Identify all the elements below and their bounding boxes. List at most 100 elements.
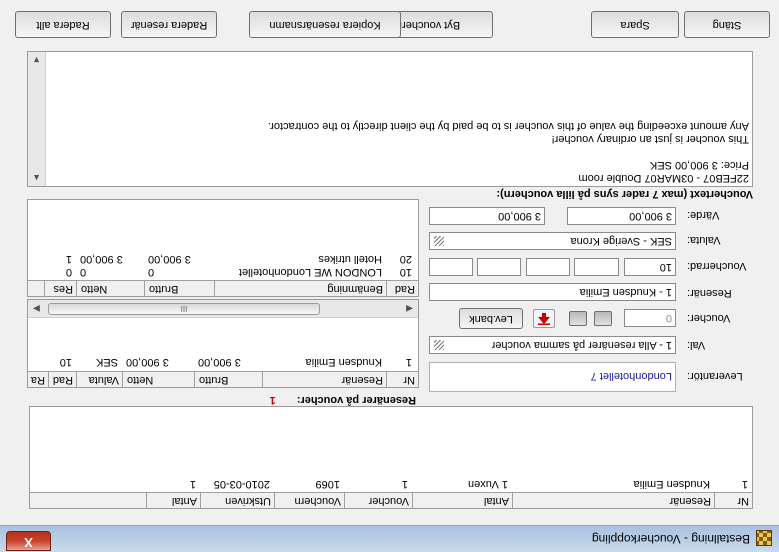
scroll-up-icon[interactable]: ▲ [32, 173, 41, 183]
vouchertext-textarea[interactable]: 22FEB07 - 03MAR07 Double room Price: 3 9… [27, 51, 753, 187]
voucherrad-field-4[interactable] [477, 258, 521, 276]
col-header-rad[interactable]: Rad [48, 371, 76, 387]
voucher-label: Voucher: [687, 312, 731, 324]
col-header-antal-2[interactable]: Antal [146, 492, 200, 508]
vouchertext-label: Vouchertext (max 7 rader syns på lilla v… [496, 188, 753, 200]
spara-button[interactable]: Spara [591, 11, 679, 38]
app-icon [756, 530, 772, 546]
radera-resenar-button[interactable]: Radera resenär [121, 11, 217, 38]
scroll-left-icon[interactable]: ◀ [406, 303, 413, 314]
close-button[interactable]: X [6, 531, 51, 551]
cell-valuta: SEK [95, 356, 118, 368]
dropdown-grip-icon [434, 340, 444, 350]
voucher-list-table: Nr Resenär Antal Voucher Vouchern Utskri… [29, 406, 753, 509]
voucherrad-label: Voucherrad: [687, 260, 747, 272]
col-header-valuta[interactable]: Valuta [76, 371, 122, 387]
rad-table: Rad Benämning Brutto Netto Res 10 LONDON… [27, 199, 419, 297]
col-header-antal[interactable]: Antal [412, 492, 512, 508]
cell-brutto: 3 900,00 [148, 253, 191, 265]
val-select-value: 1 - Alla resenärer på samma voucher [491, 339, 672, 351]
stang-button[interactable]: Stäng [684, 11, 770, 38]
voucherrad-field-1[interactable]: 10 [624, 258, 676, 276]
dropdown-grip-icon [434, 236, 444, 246]
scroll-thumb-grip: III [180, 304, 188, 313]
resenar-label: Resenär: [687, 287, 732, 299]
leverantor-field[interactable]: Londonhotellet 7 [429, 362, 676, 392]
col-header-brutto[interactable]: Brutto [144, 280, 214, 296]
col-header-resenar[interactable]: Resenär [512, 492, 714, 508]
col-header-resenar[interactable]: Resenär [262, 371, 386, 387]
col-header-ra[interactable]: Ra [27, 371, 48, 387]
vouchertext-line-1: 22FEB07 - 03MAR07 Double room [578, 172, 749, 184]
col-header-vouchern[interactable]: Vouchern [274, 492, 344, 508]
resenarer-table: Nr Resenär Brutto Netto Valuta Rad Ra 1 … [27, 299, 419, 388]
scroll-right-icon[interactable]: ▶ [33, 303, 40, 314]
cell-resenar: Knudsen Emilia [633, 478, 710, 490]
col-header-netto[interactable]: Netto [122, 371, 194, 387]
cell-benamning: Hotell utrikes [318, 253, 382, 265]
resenar-field[interactable]: 1 - Knudsen Emilia [429, 283, 676, 301]
col-header-filler [27, 280, 44, 296]
cell-rad: 10 [59, 356, 72, 368]
cell-netto: 3 900,00 [80, 253, 123, 265]
col-header-nr[interactable]: Nr [714, 492, 752, 508]
cell-brutto: 3 900,00 [198, 356, 241, 368]
leverantor-label: Leverantör: [687, 370, 743, 382]
cell-antal: 1 Vuxen [468, 478, 508, 490]
varde-label: Värde: [687, 209, 720, 221]
vouchertext-line-4: This voucher is just an ordinary voucher… [551, 133, 749, 145]
horizontal-scrollbar[interactable]: ◀ III ▶ [28, 300, 418, 318]
col-header-netto[interactable]: Netto [76, 280, 144, 296]
varde-field[interactable]: 3 900,00 [567, 207, 676, 225]
col-header-utskriven[interactable]: Utskriven [200, 492, 274, 508]
vouchertext-line-2: Price: 3 900,00 SEK [649, 159, 749, 171]
cell-brutto: 0 [148, 266, 155, 278]
cell-voucher: 1 [401, 478, 408, 490]
vertical-scrollbar[interactable]: ▲ ▼ [28, 52, 46, 186]
cell-nr: 1 [405, 356, 412, 368]
col-header-rad[interactable]: Rad [386, 280, 418, 296]
cell-netto: 3 900,00 [126, 356, 169, 368]
cell-nr: 1 [741, 478, 748, 490]
voucherrad-field-3[interactable] [526, 258, 570, 276]
kopiera-resenarsnamn-button[interactable]: Kopiera resenärsnamn [249, 11, 401, 38]
cell-res: 0 [65, 266, 72, 278]
col-header-voucher[interactable]: Voucher [344, 492, 412, 508]
lev-bank-button[interactable]: Lev.bank [459, 308, 523, 329]
col-header-filler [29, 492, 146, 508]
cell-antal-2: 1 [189, 478, 196, 490]
cell-rad: 10 [399, 266, 412, 278]
valuta-select-value: SEK - Sverige Krona [570, 235, 673, 247]
cell-benamning: LONDON WE Londonhotellet [238, 266, 382, 278]
col-header-nr[interactable]: Nr [386, 371, 418, 387]
window-title: Bestallning - Voucherkoppling [591, 532, 750, 546]
val-label: Val: [687, 339, 706, 351]
col-header-benamning[interactable]: Benämning [214, 280, 386, 296]
radera-allt-button[interactable]: Radera allt [15, 11, 111, 38]
voucherrad-field-2[interactable] [574, 258, 619, 276]
voucherrad-field-5[interactable] [429, 258, 473, 276]
voucher-prev-button[interactable] [594, 311, 612, 326]
resenarer-count: 1 [269, 394, 276, 406]
title-bar: Bestallning - Voucherkoppling X [0, 525, 779, 552]
val-select[interactable]: 1 - Alla resenärer på samma voucher [429, 336, 676, 354]
cell-netto: 0 [80, 266, 87, 278]
col-header-res[interactable]: Res [44, 280, 76, 296]
cell-resenar: Knudsen Emilia [305, 356, 382, 368]
voucher-form: Leverantör: Londonhotellet 7 Val: 1 - Al… [359, 192, 779, 402]
scroll-thumb[interactable]: III [48, 303, 320, 315]
vouchertext-line-5: Any amount exceeding the value of this v… [267, 120, 749, 132]
cell-rad: 20 [399, 253, 412, 265]
cell-res: 1 [65, 253, 72, 265]
valuta-select[interactable]: SEK - Sverige Krona [429, 232, 676, 250]
voucher-next-button[interactable] [569, 311, 587, 326]
upload-icon[interactable] [533, 309, 555, 328]
cell-utskriven: 2010-03-05 [213, 478, 270, 490]
valuta-label: Valuta: [687, 234, 721, 246]
voucher-field[interactable]: 0 [624, 309, 676, 327]
resenarer-pa-voucher-text: Resenärer på voucher: [296, 394, 416, 406]
scroll-down-icon[interactable]: ▼ [32, 55, 41, 65]
col-header-brutto[interactable]: Brutto [194, 371, 262, 387]
resenarer-pa-voucher-label: Resenärer på voucher: 1 [270, 394, 416, 406]
varde-field-2[interactable]: 3 900,00 [429, 207, 545, 225]
